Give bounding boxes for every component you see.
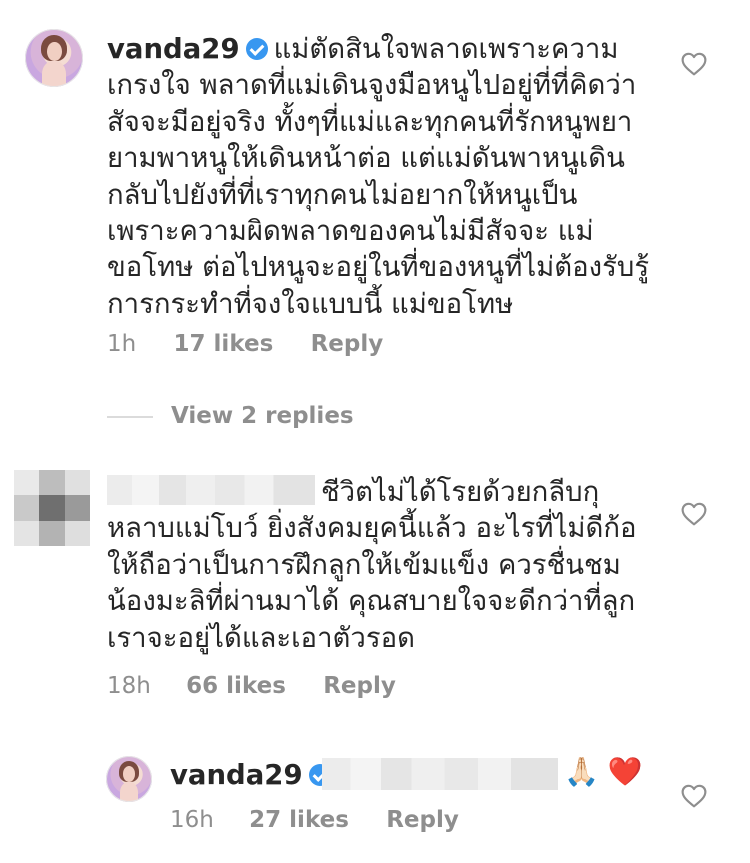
avatar[interactable]: [14, 470, 90, 546]
reply-button[interactable]: Reply: [323, 673, 396, 699]
timestamp[interactable]: 1h: [107, 331, 136, 357]
comment-line: หลาบแม่โบว์ ยิ่งสังคมยุคนี้แล้ว อะไรที่ไ…: [107, 512, 637, 545]
comment-line: ให้ถือว่าเป็นการฝึกลูกให้เข้มแข็ง ควรชื่…: [107, 548, 621, 581]
comment-line: ยามพาหนูให้เดินหน้าต่อ แต่แม่ดันพาหนูเดิ…: [107, 142, 625, 175]
view-replies-button[interactable]: View 2 replies: [171, 403, 354, 429]
heart-outline-icon[interactable]: [681, 52, 707, 76]
username[interactable]: vanda29: [170, 759, 303, 791]
reply-button[interactable]: Reply: [311, 331, 384, 357]
likes-count[interactable]: 17 likes: [174, 331, 274, 357]
avatar[interactable]: [25, 29, 83, 87]
comment-line: สัจจะมีอยู่จริง ทั้งๆที่แม่และทุกคนที่รั…: [107, 105, 633, 138]
timestamp[interactable]: 18h: [107, 673, 151, 699]
comment-line: ขอโทษ ต่อไปหนูจะอยู่ในที่ของหนูที่ไม่ต้อ…: [107, 251, 650, 284]
username[interactable]: vanda29: [107, 33, 240, 65]
emoji-text: 🙏🏻 ❤️: [564, 755, 643, 788]
redacted-text: [322, 758, 558, 790]
heart-outline-icon[interactable]: [681, 784, 707, 808]
avatar[interactable]: [106, 756, 152, 802]
comment-line: การกระทำที่จงใจแบบนี้ แม่ขอโทษ: [107, 287, 514, 320]
comment-line: แม่ตัดสินใจพลาดเพราะความ: [273, 33, 619, 65]
comment-meta: 18h 66 likes Reply: [107, 673, 396, 699]
comment-line: ชีวิตไม่ได้โรยด้วยกลีบกุ: [321, 476, 600, 508]
comment-meta: 16h 27 likes Reply: [170, 807, 459, 833]
heart-outline-icon[interactable]: [681, 502, 707, 526]
comment-line: เราจะอยู่ได้และเอาตัวรอด: [107, 621, 415, 654]
comment-line: เกรงใจ พลาดที่แม่เดินจูงมือหนูไปอยู่ที่ท…: [107, 69, 637, 102]
reply-button[interactable]: Reply: [386, 807, 459, 833]
likes-count[interactable]: 66 likes: [186, 673, 286, 699]
comment-text: vanda29: [170, 757, 337, 793]
comment-text: ชีวิตไม่ได้โรยด้วยกลีบกุ หลาบแม่โบว์ ยิ่…: [107, 474, 677, 656]
comment-meta: 1h 17 likes Reply: [107, 331, 383, 357]
likes-count[interactable]: 27 likes: [249, 807, 349, 833]
verified-badge-icon: [245, 38, 268, 60]
timestamp[interactable]: 16h: [170, 807, 214, 833]
comment-line: เพราะความผิดพลาดของคนไม่มีสัจจะ แม่: [107, 215, 594, 248]
comment-line: กลับไปยังที่ที่เราทุกคนไม่อยากให้หนูเป็น: [107, 178, 578, 211]
comment-line: น้องมะลิที่ผ่านมาได้ คุณสบายใจจะดีกว่าที…: [107, 585, 636, 618]
view-replies-line: [107, 416, 153, 418]
comment-text: vanda29 แม่ตัดสินใจพลาดเพราะความ เกรงใจ พ…: [107, 31, 667, 322]
